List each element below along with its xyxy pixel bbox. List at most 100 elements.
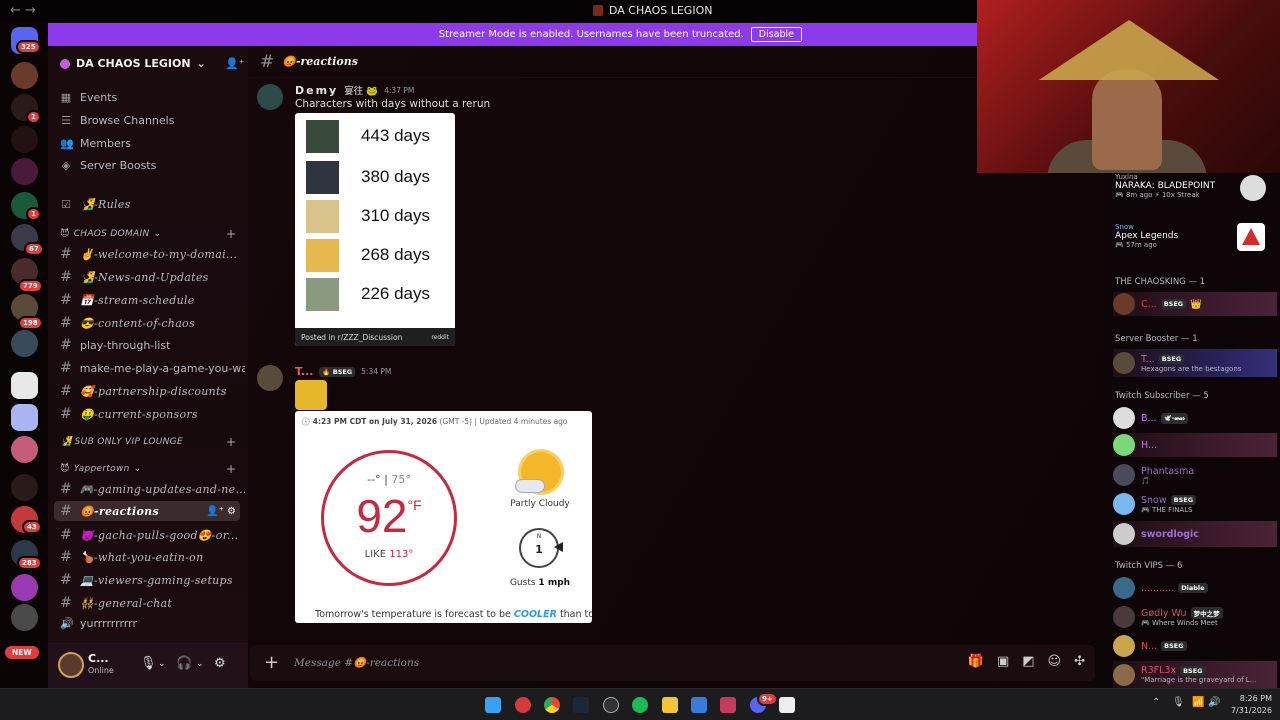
channel-item[interactable]: # 👯-general-chat bbox=[60, 595, 245, 611]
chevron-up-icon[interactable]: ⌃ bbox=[1152, 697, 1160, 708]
member-item[interactable]: swordlogic bbox=[1113, 521, 1277, 547]
list-item: 268 days bbox=[306, 237, 446, 273]
channel-item[interactable]: # play-through-list bbox=[60, 337, 245, 353]
reaction-sticker-image[interactable] bbox=[295, 380, 327, 410]
chrome-icon[interactable] bbox=[544, 697, 560, 713]
server-icon[interactable] bbox=[11, 604, 38, 631]
hash-icon: # bbox=[60, 292, 72, 308]
channel-item[interactable]: # 🤑-current-sponsors bbox=[60, 406, 245, 422]
volume-icon[interactable]: 🔊 bbox=[1208, 697, 1220, 708]
category-vip-lounge[interactable]: 🧏‍♂️ SUB ONLY VIP LOUNGE bbox=[60, 437, 183, 447]
attach-plus-icon[interactable]: + bbox=[264, 652, 279, 673]
server-icon[interactable] bbox=[11, 330, 38, 357]
nav-arrows[interactable]: ← → bbox=[10, 3, 36, 18]
message-composer[interactable]: + Message #😡-reactions 🎁 ▣ ◩ ☺ ✣ bbox=[250, 645, 1095, 681]
file-explorer-icon[interactable] bbox=[662, 697, 678, 713]
avatar[interactable] bbox=[257, 84, 283, 110]
disable-streamer-button[interactable]: Disable bbox=[750, 27, 802, 42]
channel-item[interactable]: # 📅-stream-schedule bbox=[60, 292, 245, 308]
category-yappertown[interactable]: 😈 Yappertown ⌄ bbox=[60, 464, 141, 474]
app-icon[interactable] bbox=[515, 697, 531, 713]
server-icon[interactable] bbox=[11, 404, 38, 431]
avatar[interactable] bbox=[58, 652, 84, 678]
sidebar-item-boosts[interactable]: ◈ Server Boosts bbox=[60, 159, 245, 172]
app-icon[interactable] bbox=[720, 697, 736, 713]
chevron-down-icon[interactable]: ⌄ bbox=[196, 659, 204, 669]
app-icon[interactable] bbox=[779, 697, 795, 713]
new-badge[interactable]: NEW bbox=[5, 646, 39, 659]
store-icon[interactable] bbox=[691, 697, 707, 713]
member-name: ........... bbox=[1141, 582, 1175, 594]
system-clock[interactable]: 8:26 PM 7/31/2026 bbox=[1224, 693, 1272, 717]
character-portrait bbox=[306, 160, 339, 194]
author-name[interactable]: T... bbox=[295, 365, 313, 378]
creators-server-icon[interactable] bbox=[11, 372, 38, 399]
member-item[interactable]: Phantasma 🎵 bbox=[1113, 463, 1277, 487]
channel-settings-icon[interactable]: 👤⁺ ⚙ bbox=[206, 506, 236, 517]
gift-icon[interactable]: 🎁 bbox=[968, 654, 984, 669]
channel-item[interactable]: # 🎮-gaming-updates-and-ne... bbox=[60, 481, 245, 497]
category-chaos-domain[interactable]: 😈 CHAOS DOMAIN ⌄ bbox=[60, 229, 161, 239]
sticker-icon[interactable]: ◩ bbox=[1022, 654, 1034, 669]
member-item[interactable]: B... 🕊️-𝓌𝒶𝓈 bbox=[1113, 406, 1277, 430]
list-item: 310 days bbox=[306, 198, 446, 234]
character-portrait bbox=[306, 199, 339, 233]
sidebar-item-events[interactable]: ▦ Events bbox=[60, 91, 245, 104]
member-item[interactable]: Snow BSEG 🎮 THE FINALS bbox=[1113, 492, 1277, 516]
spotify-icon[interactable] bbox=[632, 697, 648, 713]
server-icon[interactable] bbox=[11, 62, 38, 89]
app-icon[interactable] bbox=[603, 697, 619, 713]
channel-item[interactable]: # make-me-play-a-game-you-wa... bbox=[60, 360, 245, 376]
member-item[interactable]: H... bbox=[1113, 433, 1277, 457]
server-icon[interactable] bbox=[11, 126, 38, 153]
activity-card[interactable]: Snow Apex Legends 🎮 57m ago bbox=[1115, 223, 1178, 249]
member-item[interactable]: N... BSEG bbox=[1113, 634, 1277, 658]
channel-name: ✌️-welcome-to-my-domai... bbox=[80, 247, 238, 261]
server-icon[interactable] bbox=[11, 158, 38, 185]
channel-item[interactable]: # 👿-gacha-pulls-good😍-or... bbox=[60, 527, 245, 543]
invite-people-icon[interactable]: 👤⁺ bbox=[225, 57, 245, 70]
author-name[interactable]: Demy bbox=[295, 84, 338, 97]
member-item[interactable]: T... BSEG Hexagons are the bestagons bbox=[1113, 349, 1277, 377]
windows-start-icon[interactable] bbox=[485, 697, 501, 713]
composer-placeholder[interactable]: Message #😡-reactions bbox=[294, 656, 419, 669]
channel-item[interactable]: # 😎-content-of-chaos bbox=[60, 315, 245, 331]
channel-rules[interactable]: ☑ 🧏‍♂️-Rules bbox=[60, 198, 245, 211]
server-name-dropdown[interactable]: DA CHAOS LEGION ⌄ bbox=[60, 57, 206, 70]
avatar bbox=[1113, 407, 1135, 429]
wifi-icon[interactable]: 📶 bbox=[1192, 697, 1204, 708]
gif-icon[interactable]: ▣ bbox=[997, 654, 1009, 669]
add-channel-icon[interactable]: + bbox=[226, 435, 236, 449]
activity-time: 8m ago bbox=[1125, 191, 1153, 199]
voice-channel-item[interactable]: 🔊 yurrrrrrrrrr bbox=[60, 617, 245, 630]
server-icon[interactable] bbox=[11, 574, 38, 601]
member-item[interactable]: R3FL3x BSEG "Marriage is the graveyard of … bbox=[1113, 661, 1277, 688]
emoji-icon[interactable]: ☺ bbox=[1048, 654, 1062, 669]
channel-item[interactable]: # 🥰-partnership-discounts bbox=[60, 383, 245, 399]
activity-card[interactable]: Yuxina NARAKA: BLADEPOINT 🎮 8m ago ⚡ 10x… bbox=[1115, 173, 1215, 199]
channel-item[interactable]: # ✌️-welcome-to-my-domai... bbox=[60, 246, 245, 262]
avatar[interactable] bbox=[257, 365, 283, 391]
headphones-icon[interactable]: 🎧 bbox=[176, 656, 192, 671]
channel-item-active[interactable]: # 😡-reactions 👤⁺ ⚙ bbox=[54, 501, 240, 521]
server-icon[interactable] bbox=[11, 436, 38, 463]
microphone-icon[interactable]: 🎙 bbox=[1172, 697, 1185, 708]
weather-widget[interactable]: 🕓 4:23 PM CDT on July 31, 2026 (GMT -5) … bbox=[295, 411, 592, 623]
chevron-down-icon[interactable]: ⌄ bbox=[158, 659, 166, 669]
member-item[interactable]: C... BSEG 👑 bbox=[1113, 292, 1277, 316]
member-item[interactable]: Gødly Wu 梦中之梦 🎮 Where Winds Meet bbox=[1113, 605, 1277, 629]
channel-item[interactable]: # 🍗-what-you-eatin-on bbox=[60, 549, 245, 565]
sidebar-item-members[interactable]: 👥 Members bbox=[60, 137, 245, 150]
channel-item[interactable]: # 🧏‍♂️-News-and-Updates bbox=[60, 269, 245, 285]
settings-gear-icon[interactable]: ⚙ bbox=[214, 656, 226, 671]
channel-item[interactable]: # 💻-viewers-gaming-setups bbox=[60, 572, 245, 588]
image-embed[interactable]: 443 days 380 days 310 days 268 days 226 … bbox=[295, 113, 455, 346]
add-channel-icon[interactable]: + bbox=[226, 227, 236, 241]
member-item[interactable]: ........... Diable bbox=[1113, 576, 1277, 600]
steam-icon[interactable] bbox=[573, 697, 589, 713]
apps-icon[interactable]: ✣ bbox=[1074, 654, 1085, 669]
server-icon[interactable] bbox=[11, 474, 38, 501]
sidebar-item-browse[interactable]: ☰ Browse Channels bbox=[60, 114, 245, 127]
microphone-icon[interactable]: 🎙 bbox=[140, 656, 157, 671]
add-channel-icon[interactable]: + bbox=[226, 462, 236, 476]
